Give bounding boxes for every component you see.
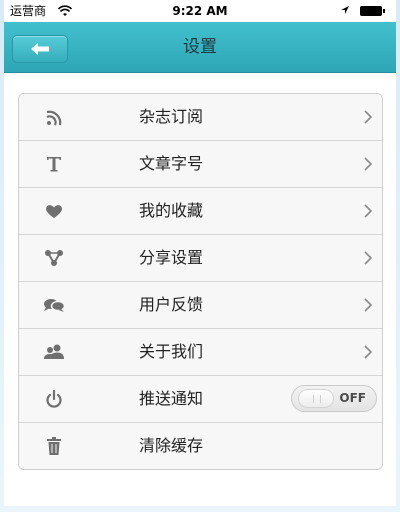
phone-screen: 运营商 9:22 AM 设置 杂志订阅 文章字号 我的收藏 分享设置 用户反馈 … [4, 0, 396, 506]
settings-item-label: 关于我们 [139, 342, 204, 361]
trash-icon [47, 437, 61, 455]
settings-item-label: 推送通知 [139, 389, 204, 408]
settings-item-favorites[interactable]: 我的收藏 [19, 188, 382, 235]
chevron-right-icon [364, 204, 372, 218]
settings-item-user-feedback[interactable]: 用户反馈 [19, 282, 382, 329]
settings-item-label: 文章字号 [139, 154, 204, 173]
settings-item-label: 杂志订阅 [139, 107, 204, 126]
status-time: 9:22 AM [172, 4, 228, 18]
settings-item-about-us[interactable]: 关于我们 [19, 329, 382, 376]
chevron-right-icon [364, 298, 372, 312]
push-notifications-toggle[interactable]: OFF [291, 385, 377, 412]
settings-item-share-settings[interactable]: 分享设置 [19, 235, 382, 282]
font-size-icon [47, 157, 61, 172]
settings-item-label: 我的收藏 [139, 201, 204, 220]
toggle-knob [298, 389, 334, 408]
chevron-right-icon [364, 157, 372, 171]
power-icon [46, 389, 62, 408]
rss-icon [46, 110, 62, 126]
settings-item-label: 分享设置 [139, 248, 204, 267]
heart-icon [46, 205, 62, 218]
battery-icon [360, 6, 386, 16]
share-icon [45, 250, 63, 266]
settings-item-label: 清除缓存 [139, 436, 204, 455]
chevron-right-icon [364, 345, 372, 359]
settings-item-label: 用户反馈 [139, 295, 204, 314]
settings-item-push-notifications: 推送通知 OFF [19, 376, 382, 423]
navigation-bar: 设置 [4, 22, 396, 73]
chevron-right-icon [364, 251, 372, 265]
location-arrow-icon [341, 6, 349, 14]
chat-bubbles-icon [44, 299, 66, 312]
settings-item-magazine-subscription[interactable]: 杂志订阅 [19, 94, 382, 141]
users-icon [44, 344, 64, 359]
settings-item-font-size[interactable]: 文章字号 [19, 141, 382, 188]
settings-item-clear-cache[interactable]: 清除缓存 [19, 423, 382, 469]
toggle-state-label: OFF [339, 391, 366, 405]
page-title: 设置 [183, 37, 217, 57]
status-bar: 运营商 9:22 AM [4, 0, 396, 22]
chevron-right-icon [364, 110, 372, 124]
settings-list: 杂志订阅 文章字号 我的收藏 分享设置 用户反馈 关于我们 推送通知 OFF 清… [18, 93, 383, 470]
